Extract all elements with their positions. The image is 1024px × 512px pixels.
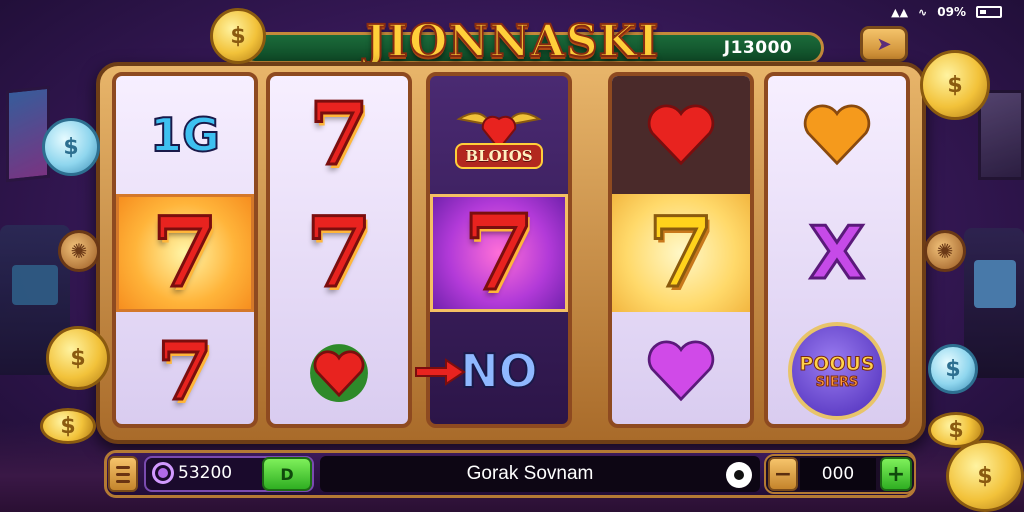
symbol-text: 1G: [149, 108, 221, 162]
reel-1: 1G 7 7: [112, 72, 258, 428]
background-poster: [6, 85, 50, 183]
bonus-label: POOUS: [799, 352, 875, 375]
reel-2-symbol-1: 7: [270, 76, 408, 194]
reel-1-symbol-1: 1G: [116, 76, 254, 194]
coin-icon: $: [42, 118, 100, 176]
credit-value: 53200: [178, 463, 233, 483]
coin-icon: $: [210, 8, 266, 64]
heart-icon: [646, 104, 716, 166]
orange-heart-icon: [802, 104, 872, 166]
coin-icon: $: [46, 326, 110, 390]
reel-5-symbol-2: X: [768, 194, 906, 312]
bet-decrease-button[interactable]: −: [768, 457, 798, 491]
reel-3-symbol-1: BLOIOS: [430, 76, 568, 194]
reel-1-symbol-3: 7: [116, 312, 254, 424]
exit-icon: ➤: [876, 33, 892, 55]
balance-display: J13000: [723, 38, 793, 58]
symbol-text: NO: [459, 344, 539, 398]
background-panel-right: [978, 90, 1024, 180]
coin-icon: $: [40, 408, 96, 444]
reel-3-symbol-2: 7: [430, 194, 568, 312]
seven-icon: 7: [646, 196, 716, 309]
heart-icon: [304, 340, 374, 402]
coin-icon: $: [928, 344, 978, 394]
bet-value: 000: [800, 458, 876, 490]
coin-icon: $: [920, 50, 990, 120]
reel-2-symbol-2: 7: [270, 194, 408, 312]
bonus-badge: POOUS SIERS: [788, 322, 886, 420]
seven-icon: 7: [308, 84, 371, 185]
play-button[interactable]: D: [262, 457, 312, 491]
credit-icon: [152, 462, 174, 484]
settings-icon[interactable]: [726, 462, 752, 488]
menu-icon: [116, 465, 130, 469]
winged-heart-icon: BLOIOS: [451, 101, 547, 169]
emblem-label: BLOIOS: [455, 143, 543, 169]
wifi-icon: ∿: [918, 5, 928, 19]
seven-icon: 7: [304, 196, 374, 309]
seven-icon: 7: [461, 191, 536, 314]
bonus-sublabel: SIERS: [815, 374, 859, 390]
seven-icon: 7: [156, 324, 215, 418]
message-text: Gorak Sovnam: [466, 463, 594, 484]
reel-2: 7 7: [266, 72, 412, 428]
reel-5: X POOUS SIERS: [764, 72, 910, 428]
signal-icon: ▲▲: [891, 5, 909, 19]
reel-5-symbol-3: POOUS SIERS: [768, 312, 906, 424]
menu-button[interactable]: [108, 456, 138, 492]
bet-increase-button[interactable]: +: [880, 457, 912, 491]
arrow-icon: [415, 358, 466, 386]
battery-icon: [976, 6, 1002, 18]
reel-2-symbol-3: [270, 312, 408, 424]
reel-5-symbol-1: [768, 76, 906, 194]
left-knob-icon: ✺: [58, 230, 100, 272]
x-symbol-icon: X: [808, 211, 866, 295]
reel-4-symbol-1: [612, 76, 750, 194]
purple-heart-icon: [646, 340, 716, 402]
battery-percent: 09%: [937, 5, 966, 19]
reel-4-symbol-3: [612, 312, 750, 424]
status-bar: ▲▲ ∿ 09%: [891, 4, 1002, 20]
exit-button[interactable]: ➤: [860, 26, 908, 62]
play-icon: D: [280, 464, 294, 484]
coin-icon: $: [946, 440, 1024, 512]
reel-1-symbol-2: 7: [116, 194, 254, 312]
right-knob-icon: ✺: [924, 230, 966, 272]
reel-4-symbol-2: 7: [612, 194, 750, 312]
seven-icon: 7: [150, 196, 220, 309]
reel-4: 7: [608, 72, 754, 428]
